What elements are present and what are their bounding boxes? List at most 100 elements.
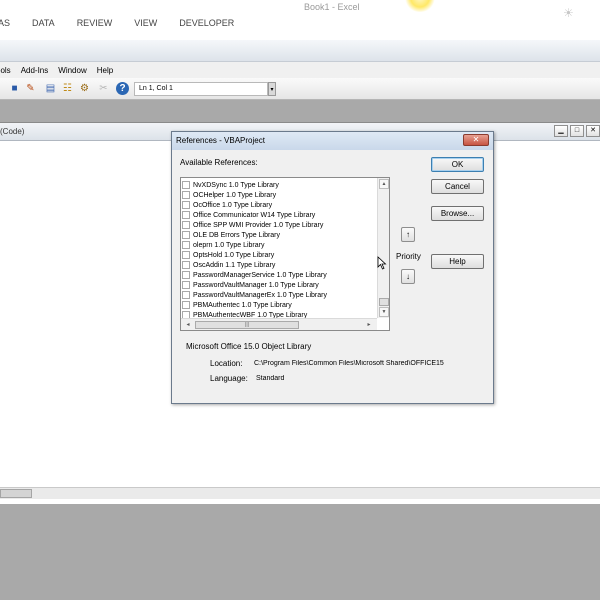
scroll-left-icon[interactable]: ◂	[183, 320, 193, 330]
minimize-icon[interactable]: ▁	[554, 125, 568, 137]
reference-checkbox[interactable]	[182, 221, 190, 229]
reference-checkbox[interactable]	[182, 191, 190, 199]
ribbon-tab-data[interactable]: DATA	[32, 18, 55, 32]
list-vertical-scrollbar[interactable]: ▲ ▼	[377, 178, 389, 318]
reference-name: Office SPP WMI Provider 1.0 Type Library	[193, 221, 324, 229]
reference-name: PasswordManagerService 1.0 Type Library	[193, 271, 327, 279]
list-item[interactable]: oleprn 1.0 Type Library	[182, 240, 377, 250]
project-explorer-icon[interactable]: ▤	[44, 82, 57, 95]
reference-name: PasswordVaultManager 1.0 Type Library	[193, 281, 319, 289]
references-dialog: References - VBAProject ✕ Available Refe…	[171, 131, 494, 404]
selected-reference-name: Microsoft Office 15.0 Object Library	[186, 342, 312, 351]
close-icon[interactable]: ✕	[586, 125, 600, 137]
location-value: C:\Program Files\Common Files\Microsoft …	[254, 360, 444, 367]
list-item[interactable]: OLE DB Errors Type Library	[182, 230, 377, 240]
references-list[interactable]: NvXDSync 1.0 Type Library OCHelper 1.0 Ty…	[180, 177, 390, 331]
list-item[interactable]: PasswordManagerService 1.0 Type Library	[182, 270, 377, 280]
list-item[interactable]: PBMAuthentec 1.0 Type Library	[182, 300, 377, 310]
vbe-workspace	[0, 100, 600, 122]
reference-checkbox[interactable]	[182, 281, 190, 289]
list-item[interactable]: Office SPP WMI Provider 1.0 Type Library	[182, 220, 377, 230]
sun-icon: ☀	[563, 6, 574, 20]
toolbar-options-icon[interactable]: ▾	[268, 82, 276, 96]
toolbox-icon[interactable]: ✂	[97, 82, 110, 95]
list-item[interactable]: OscAddin 1.1 Type Library	[182, 260, 377, 270]
ribbon-tab-review[interactable]: REVIEW	[77, 18, 113, 32]
cancel-button[interactable]: Cancel	[431, 179, 484, 194]
list-item[interactable]: NvXDSync 1.0 Type Library	[182, 180, 377, 190]
reference-name: PBMAuthentec 1.0 Type Library	[193, 301, 292, 309]
ok-button[interactable]: OK	[431, 157, 484, 172]
priority-up-button[interactable]: ↑	[401, 227, 415, 242]
browse-button[interactable]: Browse...	[431, 206, 484, 221]
vbe-menubar: ools Add-Ins Window Help	[0, 62, 600, 78]
excel-title-bar: Book1 - Excel ☀ AS DATA REVIEW VIEW DEVE…	[0, 0, 600, 40]
ribbon-tab-view[interactable]: VIEW	[134, 18, 157, 32]
ruler-icon[interactable]: ✎	[24, 82, 37, 95]
references-items: NvXDSync 1.0 Type Library OCHelper 1.0 Ty…	[182, 180, 377, 320]
ribbon-tab-formulas[interactable]: AS	[0, 18, 10, 32]
code-window-title: (Code)	[0, 127, 25, 136]
reference-name: NvXDSync 1.0 Type Library	[193, 181, 279, 189]
close-icon[interactable]: ✕	[463, 134, 489, 146]
list-hscroll-thumb[interactable]: |||	[195, 321, 299, 329]
ribbon-tab-developer[interactable]: DEVELOPER	[179, 18, 234, 32]
vbe-bottom-workspace	[0, 504, 600, 600]
scroll-right-icon[interactable]: ▸	[364, 320, 374, 330]
reference-name: Office Communicator W14 Type Library	[193, 211, 316, 219]
reference-checkbox[interactable]	[182, 301, 190, 309]
reference-checkbox[interactable]	[182, 211, 190, 219]
menu-add-ins[interactable]: Add-Ins	[21, 66, 49, 75]
vbe-title-band	[0, 40, 600, 62]
object-browser-icon[interactable]: ⚙	[78, 82, 91, 95]
list-item[interactable]: Office Communicator W14 Type Library	[182, 210, 377, 220]
ribbon-tabs: AS DATA REVIEW VIEW DEVELOPER	[0, 18, 256, 32]
priority-down-button[interactable]: ↓	[401, 269, 415, 284]
reference-name: OscAddin 1.1 Type Library	[193, 261, 276, 269]
dialog-titlebar: References - VBAProject ✕	[172, 132, 493, 150]
reference-name: oleprn 1.0 Type Library	[193, 241, 265, 249]
reference-name: OcOffice 1.0 Type Library	[193, 201, 273, 209]
reference-checkbox[interactable]	[182, 181, 190, 189]
available-references-label: Available References:	[180, 158, 258, 167]
list-item[interactable]: OcOffice 1.0 Type Library	[182, 200, 377, 210]
reference-checkbox[interactable]	[182, 291, 190, 299]
maximize-icon[interactable]: □	[570, 125, 584, 137]
reference-name: OCHelper 1.0 Type Library	[193, 191, 277, 199]
list-horizontal-scrollbar[interactable]: ◂ ||| ▸	[181, 318, 377, 330]
scroll-up-icon[interactable]: ▲	[379, 179, 389, 189]
design-mode-icon[interactable]: ■	[8, 82, 21, 95]
reference-checkbox[interactable]	[182, 261, 190, 269]
reference-checkbox[interactable]	[182, 241, 190, 249]
list-scroll-thumb[interactable]	[379, 298, 389, 306]
properties-icon[interactable]: ☷	[61, 82, 74, 95]
list-item[interactable]: PasswordVaultManagerEx 1.0 Type Library	[182, 290, 377, 300]
decorative-glow	[405, 0, 435, 12]
menu-tools[interactable]: ools	[0, 66, 11, 75]
cursor-position: Ln 1, Col 1	[134, 82, 268, 96]
scroll-down-icon[interactable]: ▼	[379, 307, 389, 317]
code-horizontal-scrollbar[interactable]	[0, 487, 600, 499]
menu-help[interactable]: Help	[97, 66, 113, 75]
help-icon[interactable]: ?	[116, 82, 129, 95]
list-item[interactable]: PasswordVaultManager 1.0 Type Library	[182, 280, 377, 290]
menu-window[interactable]: Window	[58, 66, 86, 75]
reference-checkbox[interactable]	[182, 231, 190, 239]
language-label: Language:	[210, 374, 248, 383]
reference-name: PasswordVaultManagerEx 1.0 Type Library	[193, 291, 327, 299]
list-item[interactable]: OCHelper 1.0 Type Library	[182, 190, 377, 200]
reference-checkbox[interactable]	[182, 251, 190, 259]
code-scroll-thumb[interactable]	[0, 489, 32, 498]
reference-checkbox[interactable]	[182, 271, 190, 279]
help-button[interactable]: Help	[431, 254, 484, 269]
list-item[interactable]: OptsHold 1.0 Type Library	[182, 250, 377, 260]
reference-checkbox[interactable]	[182, 201, 190, 209]
excel-window-title: Book1 - Excel	[304, 2, 360, 12]
reference-name: OptsHold 1.0 Type Library	[193, 251, 275, 259]
dialog-title: References - VBAProject	[176, 136, 265, 145]
location-label: Location:	[210, 359, 243, 368]
language-value: Standard	[256, 375, 285, 382]
reference-name: OLE DB Errors Type Library	[193, 231, 281, 239]
vbe-toolbar: ■ ✎ ▤ ☷ ⚙ ✂ ? Ln 1, Col 1 ▾	[0, 78, 600, 100]
mouse-cursor-icon	[377, 256, 387, 270]
